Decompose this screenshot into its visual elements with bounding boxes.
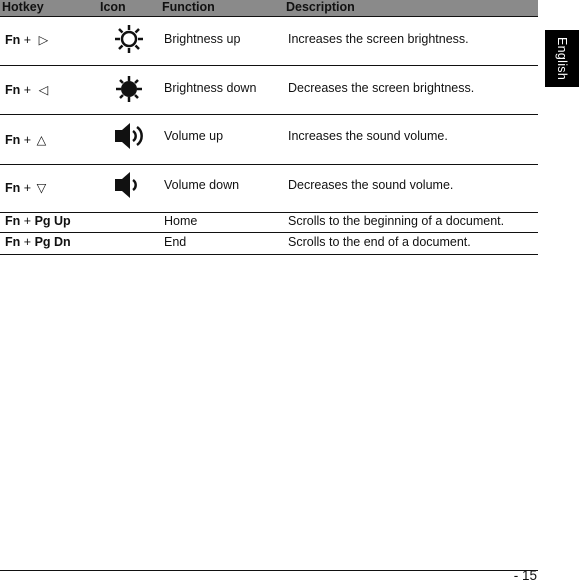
table-row: Fn + ▽ Volume down Decreases the sound v… bbox=[0, 165, 538, 213]
fn-key: Fn bbox=[5, 33, 21, 47]
fn-key: Fn bbox=[5, 235, 21, 249]
header-description: Description bbox=[286, 0, 355, 14]
hotkey-cell: Fn + ▽ bbox=[5, 180, 46, 195]
language-tab: English bbox=[545, 30, 579, 87]
language-label: English bbox=[555, 36, 569, 81]
plus-sign: + bbox=[23, 181, 32, 195]
right-arrow-key: ▷ bbox=[38, 33, 49, 47]
plus-sign: + bbox=[23, 235, 32, 249]
description-cell: Decreases the sound volume. bbox=[288, 178, 454, 192]
hotkey-cell: Fn + ▷ bbox=[5, 32, 48, 47]
footer-divider bbox=[0, 570, 538, 571]
fn-key: Fn bbox=[5, 181, 21, 195]
description-cell: Increases the sound volume. bbox=[288, 129, 448, 143]
fn-key: Fn bbox=[5, 83, 21, 97]
up-arrow-key: △ bbox=[36, 133, 47, 147]
plus-sign: + bbox=[23, 33, 32, 47]
fn-key: Fn bbox=[5, 214, 21, 228]
plus-sign: + bbox=[23, 133, 32, 147]
table-header: Hotkey Icon Function Description bbox=[0, 0, 538, 17]
pgup-key: Pg Up bbox=[34, 214, 71, 228]
description-cell: Decreases the screen brightness. bbox=[288, 81, 475, 95]
hotkey-cell: Fn + Pg Dn bbox=[5, 235, 71, 249]
function-cell: Brightness down bbox=[164, 81, 257, 95]
function-cell: Brightness up bbox=[164, 32, 241, 46]
function-cell: Volume down bbox=[164, 178, 240, 192]
pgdn-key: Pg Dn bbox=[34, 235, 71, 249]
header-hotkey: Hotkey bbox=[2, 0, 44, 14]
table-row: Fn + △ Volume up Increases the sound vol… bbox=[0, 116, 538, 165]
page-number: - 15 bbox=[513, 568, 537, 583]
plus-sign: + bbox=[23, 83, 32, 97]
table-row: Fn + ◁ Brightness down Decreases the scr… bbox=[0, 66, 538, 115]
hotkey-cell: Fn + ◁ bbox=[5, 82, 48, 97]
function-cell: End bbox=[164, 235, 187, 249]
table-row: Fn + Pg Up Home Scrolls to the beginning… bbox=[0, 214, 538, 233]
down-arrow-key: ▽ bbox=[36, 181, 47, 195]
volume-down-icon bbox=[114, 170, 146, 205]
function-cell: Volume up bbox=[164, 129, 224, 143]
description-cell: Scrolls to the end of a document. bbox=[288, 235, 471, 249]
function-cell: Home bbox=[164, 214, 198, 228]
table-row: Fn + Pg Dn End Scrolls to the end of a d… bbox=[0, 234, 538, 255]
header-function: Function bbox=[162, 0, 215, 14]
volume-up-icon bbox=[114, 121, 146, 156]
table-row: Fn + ▷ Brightness up Increases the scree… bbox=[0, 17, 538, 66]
description-cell: Increases the screen brightness. bbox=[288, 32, 469, 46]
header-icon: Icon bbox=[100, 0, 126, 14]
brightness-up-icon bbox=[114, 24, 144, 59]
left-arrow-key: ◁ bbox=[38, 83, 49, 97]
brightness-down-icon bbox=[114, 74, 144, 109]
hotkey-cell: Fn + Pg Up bbox=[5, 214, 71, 228]
hotkey-cell: Fn + △ bbox=[5, 132, 46, 147]
plus-sign: + bbox=[23, 214, 32, 228]
fn-key: Fn bbox=[5, 133, 21, 147]
description-cell: Scrolls to the beginning of a document. bbox=[288, 214, 505, 228]
